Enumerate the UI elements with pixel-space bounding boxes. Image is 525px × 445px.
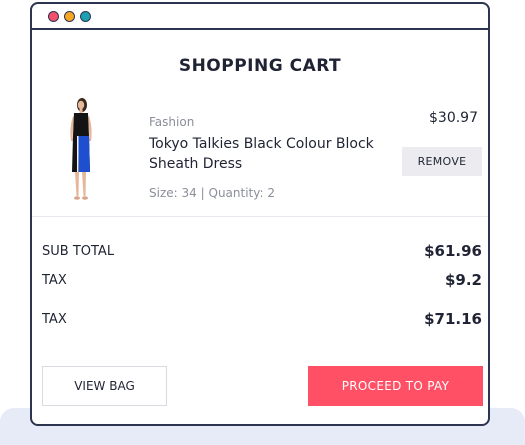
meta-separator: | bbox=[200, 186, 205, 200]
product-price: $30.97 bbox=[429, 110, 478, 126]
total-label: TAX bbox=[42, 312, 67, 327]
total-value: $71.16 bbox=[424, 310, 482, 328]
view-bag-button[interactable]: VIEW BAG bbox=[42, 366, 167, 406]
quantity-value: 2 bbox=[267, 186, 275, 200]
total-row: TAX $71.16 bbox=[42, 310, 482, 332]
quantity-label: Quantity: bbox=[208, 186, 264, 200]
product-image[interactable] bbox=[60, 96, 102, 204]
screen: SHOPPING CART Fashion Tokyo Talkies Blac… bbox=[0, 0, 525, 445]
tax-row: TAX $9.2 bbox=[42, 271, 482, 293]
product-name[interactable]: Tokyo Talkies Black Colour Block Sheath … bbox=[149, 134, 389, 174]
page-title: SHOPPING CART bbox=[178, 56, 342, 76]
section-divider bbox=[32, 216, 488, 217]
tax-label: TAX bbox=[42, 273, 67, 288]
window-titlebar bbox=[32, 4, 488, 30]
size-value: 34 bbox=[181, 186, 197, 200]
close-window-dot[interactable] bbox=[48, 11, 59, 22]
tax-value: $9.2 bbox=[444, 271, 482, 289]
remove-button[interactable]: REMOVE bbox=[402, 147, 482, 176]
minimize-window-dot[interactable] bbox=[64, 11, 75, 22]
subtotal-value: $61.96 bbox=[424, 242, 482, 260]
subtotal-label: SUB TOTAL bbox=[42, 244, 115, 259]
cart-window: SHOPPING CART Fashion Tokyo Talkies Blac… bbox=[30, 2, 490, 426]
size-label: Size: bbox=[149, 186, 178, 200]
subtotal-row: SUB TOTAL $61.96 bbox=[42, 242, 482, 264]
product-meta: Size: 34 | Quantity: 2 bbox=[149, 186, 275, 200]
product-category: Fashion bbox=[149, 115, 195, 129]
maximize-window-dot[interactable] bbox=[80, 11, 91, 22]
proceed-to-pay-button[interactable]: PROCEED TO PAY bbox=[308, 366, 483, 406]
